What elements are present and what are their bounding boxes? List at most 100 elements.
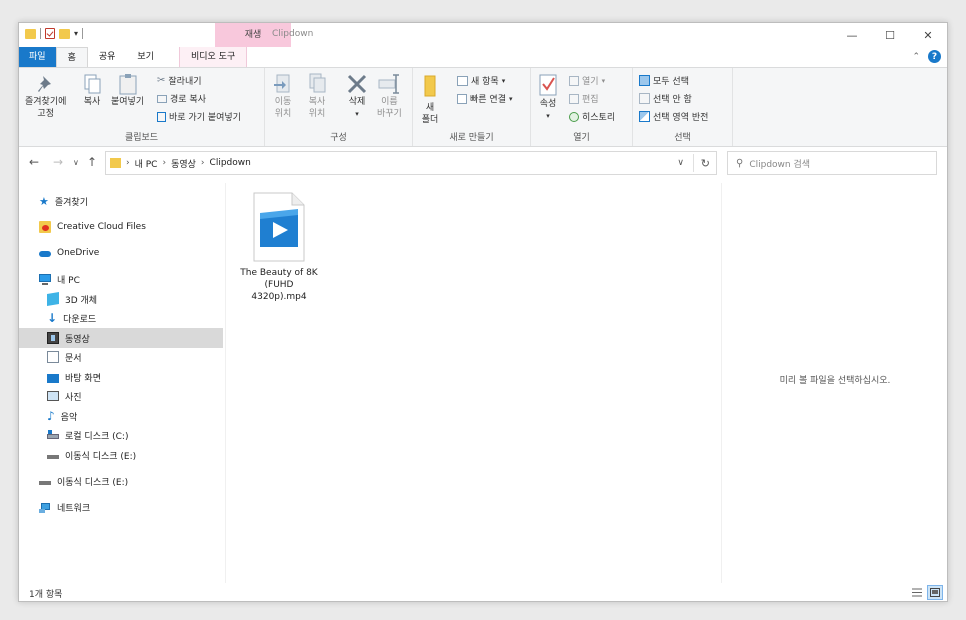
- move-to-button[interactable]: 이동 위치: [271, 72, 295, 120]
- easy-access-icon: [457, 93, 467, 104]
- window-title: Clipdown: [272, 29, 314, 39]
- desktop-icon: [47, 373, 59, 383]
- address-bar[interactable]: › 내 PC › 동영상 › Clipdown ∨ ↻: [105, 151, 717, 175]
- sidebar-item-label: 음악: [60, 412, 78, 423]
- open-icon: [569, 75, 579, 86]
- new-folder-icon[interactable]: [59, 28, 70, 39]
- search-box[interactable]: ⚲ Clipdown 검색: [727, 151, 937, 175]
- up-icon[interactable]: ↑: [87, 155, 97, 169]
- paste-shortcut-button[interactable]: 바로 가기 붙여넣기: [157, 110, 241, 123]
- address-dropdown-icon[interactable]: ∨: [677, 158, 684, 168]
- address-divider: [693, 154, 694, 172]
- sidebar-item-documents[interactable]: 문서: [19, 347, 223, 367]
- sidebar-item-label: 이동식 디스크 (E:): [57, 477, 129, 488]
- collapse-ribbon-icon[interactable]: ⌃: [912, 52, 920, 62]
- paste-button[interactable]: 붙여넣기: [111, 72, 144, 108]
- ribbon-tabs: 파일 홈 공유 보기 비디오 도구: [19, 47, 947, 67]
- chevron-right-icon[interactable]: ›: [162, 158, 166, 168]
- film-icon: [47, 332, 59, 344]
- organize-group: 이동 위치 복사 위치 삭제 ▾ 이름 바꾸기 구성: [265, 68, 413, 146]
- delete-icon: [347, 74, 367, 94]
- tab-home[interactable]: 홈: [55, 47, 88, 67]
- paste-shortcut-icon: [157, 111, 166, 122]
- copy-to-label-line2: 위치: [308, 109, 326, 119]
- sidebar-item-pictures[interactable]: 사진: [19, 386, 223, 406]
- sidebar-item-creative-cloud[interactable]: Creative Cloud Files: [19, 217, 223, 237]
- sidebar-item-label: 이동식 디스크 (E:): [65, 451, 137, 462]
- sidebar-item-desktop[interactable]: 바탕 화면: [19, 367, 223, 387]
- sidebar-item-label: 다운로드: [63, 314, 97, 325]
- clipboard-group: 즐겨찾기에 고정 복사 붙여넣기 ✂ 잘라내기 경로 복사 바로 가기 붙여넣기…: [19, 68, 265, 146]
- sidebar-item-quick-access[interactable]: ★ 즐겨찾기: [19, 191, 223, 211]
- breadcrumb-videos[interactable]: 동영상: [171, 157, 196, 170]
- sidebar-item-removable-disk[interactable]: 이동식 디스크 (E:): [19, 445, 223, 465]
- sidebar-item-local-disk[interactable]: 로컬 디스크 (C:): [19, 425, 223, 445]
- new-folder-icon: [424, 75, 436, 97]
- computer-icon: [39, 273, 51, 285]
- tab-view[interactable]: 보기: [126, 47, 165, 67]
- pane-divider[interactable]: [225, 183, 226, 583]
- minimize-button[interactable]: —: [833, 23, 871, 47]
- sidebar-item-label: 로컬 디스크 (C:): [65, 431, 129, 442]
- forward-icon[interactable]: →: [53, 155, 63, 169]
- maximize-button[interactable]: ☐: [871, 23, 909, 47]
- chevron-right-icon[interactable]: ›: [201, 158, 205, 168]
- properties-dropdown-icon[interactable]: ▾: [546, 110, 550, 122]
- details-view-icon[interactable]: [909, 585, 925, 600]
- sidebar-item-network[interactable]: 네트워크: [19, 497, 223, 517]
- sidebar-item-label: 바탕 화면: [65, 373, 101, 384]
- navigation-pane: ★ 즐겨찾기 Creative Cloud Files OneDrive 내 P…: [19, 183, 225, 583]
- toolbar-divider: [82, 28, 84, 39]
- sidebar-item-3d-objects[interactable]: 3D 개체: [19, 289, 223, 309]
- rename-button[interactable]: 이름 바꾸기: [377, 72, 402, 120]
- pin-label-line1: 즐겨찾기에: [25, 97, 67, 107]
- customize-toolbar-icon[interactable]: ▾: [74, 29, 78, 38]
- delete-dropdown-icon[interactable]: ▾: [355, 108, 359, 120]
- address-folder-icon: [110, 158, 121, 168]
- tab-share[interactable]: 공유: [88, 47, 127, 67]
- cut-button[interactable]: ✂ 잘라내기: [157, 74, 202, 87]
- history-icon: [569, 111, 579, 122]
- breadcrumb-this-pc[interactable]: 내 PC: [135, 157, 158, 170]
- history-button[interactable]: 히스토리: [569, 110, 615, 123]
- select-all-button[interactable]: 모두 선택: [639, 74, 689, 87]
- back-icon[interactable]: ←: [29, 155, 39, 169]
- delete-button[interactable]: 삭제 ▾: [345, 72, 369, 120]
- new-folder-button[interactable]: 새 폴더: [419, 72, 441, 126]
- copy-button[interactable]: 복사: [81, 72, 103, 108]
- easy-access-button[interactable]: 빠른 연결 ▾: [457, 92, 513, 105]
- chevron-right-icon[interactable]: ›: [126, 158, 130, 168]
- copy-path-button[interactable]: 경로 복사: [157, 92, 206, 105]
- open-button[interactable]: 열기 ▾: [569, 74, 605, 87]
- properties-button[interactable]: 속성 ▾: [537, 72, 559, 122]
- breadcrumb-clipdown[interactable]: Clipdown: [210, 158, 251, 168]
- invert-selection-button[interactable]: 선택 영역 반전: [639, 110, 708, 123]
- file-item[interactable]: The Beauty of 8K (FUHD 4320p).mp4: [237, 191, 321, 303]
- new-group-label: 새로 만들기: [449, 133, 494, 143]
- file-explorer-window: ▾ 재생 Clipdown — ☐ ✕ 파일 홈 공유 보기 비디오 도구 ⌃ …: [18, 22, 948, 602]
- copy-to-label-line1: 복사: [308, 97, 326, 107]
- large-icons-view-icon[interactable]: [927, 585, 943, 600]
- search-input[interactable]: Clipdown 검색: [749, 157, 810, 170]
- toolbar-divider: [40, 28, 41, 39]
- help-icon[interactable]: ?: [928, 50, 941, 63]
- sidebar-item-videos[interactable]: 동영상: [19, 328, 223, 348]
- refresh-icon[interactable]: ↻: [701, 157, 710, 170]
- sidebar-item-downloads[interactable]: ↓ 다운로드: [19, 308, 223, 328]
- tab-video-tools[interactable]: 비디오 도구: [178, 47, 248, 67]
- close-button[interactable]: ✕: [909, 23, 947, 47]
- select-all-icon: [639, 75, 650, 86]
- tab-file[interactable]: 파일: [19, 47, 56, 67]
- edit-button[interactable]: 편집: [569, 92, 599, 105]
- copy-to-button[interactable]: 복사 위치: [305, 72, 329, 120]
- ribbon: 즐겨찾기에 고정 복사 붙여넣기 ✂ 잘라내기 경로 복사 바로 가기 붙여넣기…: [19, 67, 947, 147]
- pin-to-quick-access-button[interactable]: 즐겨찾기에 고정: [25, 72, 66, 120]
- sidebar-item-this-pc[interactable]: 내 PC: [19, 269, 223, 289]
- new-item-button[interactable]: 새 항목 ▾: [457, 74, 505, 87]
- properties-icon[interactable]: [45, 28, 55, 39]
- sidebar-item-removable-disk-root[interactable]: 이동식 디스크 (E:): [19, 471, 223, 491]
- sidebar-item-music[interactable]: ♪ 음악: [19, 406, 223, 426]
- sidebar-item-onedrive[interactable]: OneDrive: [19, 243, 223, 263]
- select-none-button[interactable]: 선택 안 함: [639, 92, 692, 105]
- recent-locations-icon[interactable]: ∨: [73, 158, 79, 167]
